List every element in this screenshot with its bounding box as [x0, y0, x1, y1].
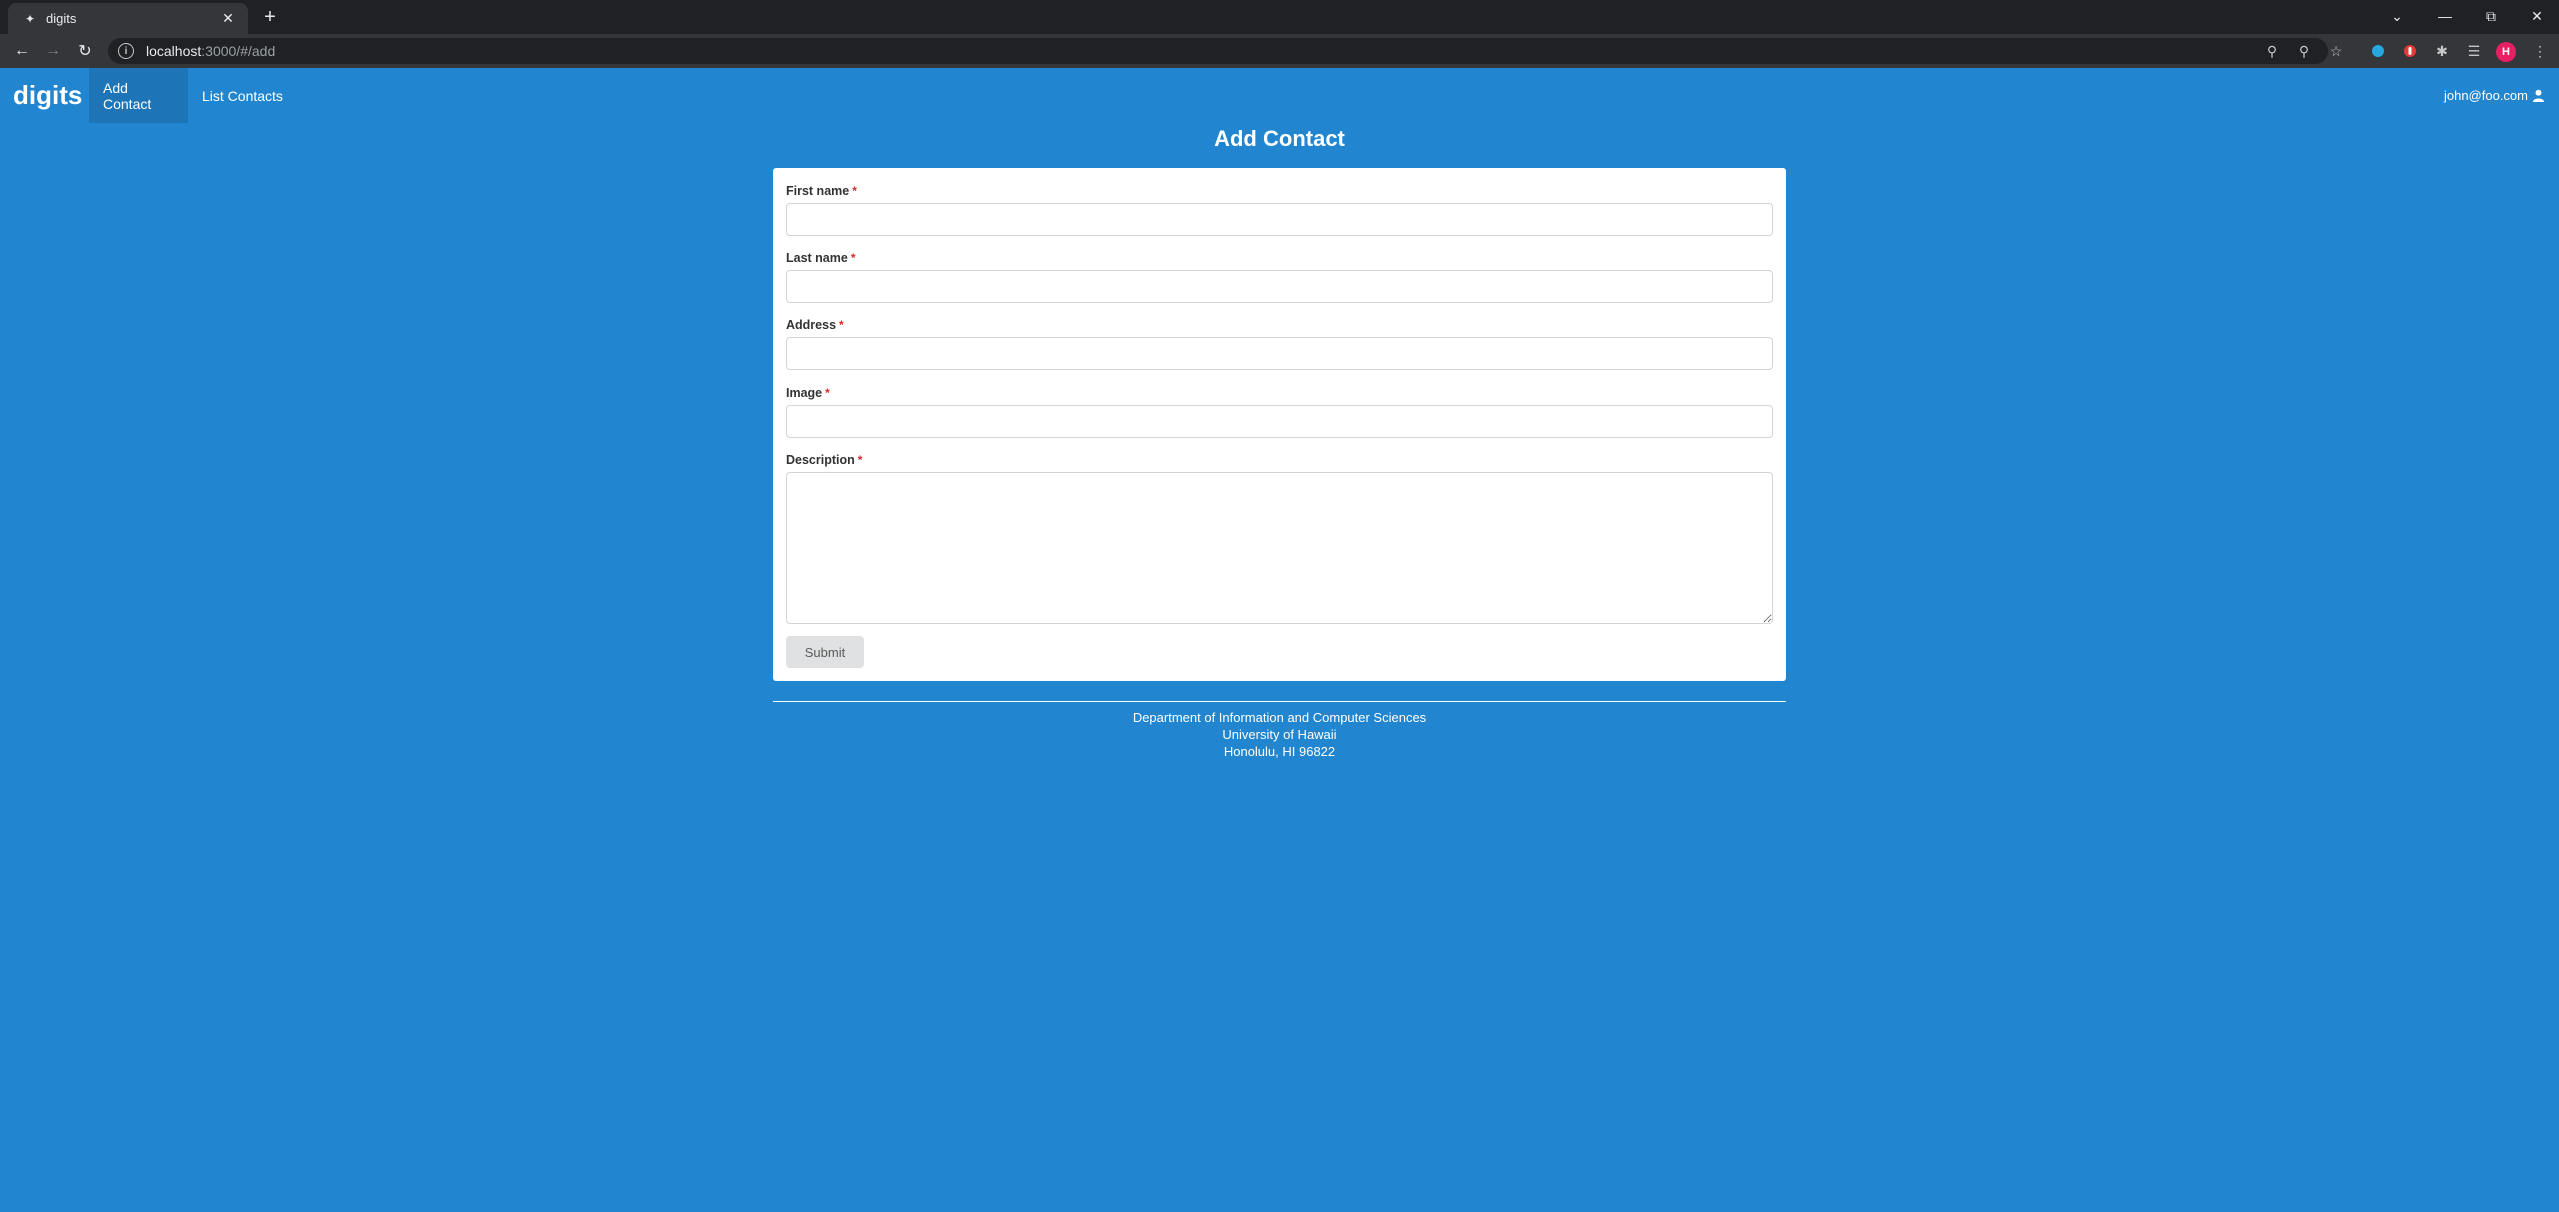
- key-icon[interactable]: ⚲: [2262, 41, 2282, 61]
- description-label: Description *: [786, 453, 863, 467]
- footer-department: Department of Information and Computer S…: [1132, 710, 1427, 725]
- address-label: Address *: [786, 318, 844, 332]
- address-bar[interactable]: i localhost:3000/#/add: [108, 38, 2328, 64]
- reload-icon[interactable]: ↻: [73, 39, 97, 63]
- url-text[interactable]: localhost:3000/#/add: [146, 43, 275, 59]
- first-name-input[interactable]: [786, 203, 1773, 236]
- first-name-field: First name *: [786, 184, 1773, 236]
- menu-icon[interactable]: ⋮: [2530, 41, 2550, 61]
- browser-tab[interactable]: ✦ digits ✕: [8, 3, 248, 34]
- nav-add-contact[interactable]: Add Contact: [89, 68, 188, 123]
- new-tab-icon[interactable]: +: [260, 7, 280, 27]
- required-mark: *: [825, 386, 830, 400]
- footer-location: Honolulu, HI 96822: [1223, 744, 1336, 759]
- description-field: Description *: [786, 453, 1773, 624]
- nav-list-contacts[interactable]: List Contacts: [188, 68, 297, 123]
- back-icon[interactable]: ←: [10, 39, 34, 63]
- brand-logo[interactable]: digits: [13, 80, 82, 111]
- site-info-icon[interactable]: i: [118, 43, 134, 59]
- window-close-icon[interactable]: ✕: [2514, 4, 2559, 28]
- address-input[interactable]: [786, 337, 1773, 370]
- user-email[interactable]: john@foo.com: [2444, 88, 2528, 103]
- footer-university: University of Hawaii: [1222, 727, 1337, 742]
- add-contact-form: First name * Last name * Address * Image * D…: [773, 168, 1786, 681]
- puzzle-icon[interactable]: ✱: [2432, 41, 2452, 61]
- reading-list-icon[interactable]: ☰: [2464, 41, 2484, 61]
- browser-toolbar: ← → ↻ i localhost:3000/#/add ⚲ ⚲ ☆ ✱ ☰ H…: [0, 34, 2559, 68]
- first-name-label: First name *: [786, 184, 857, 198]
- star-icon[interactable]: ☆: [2326, 41, 2346, 61]
- favicon-icon: ✦: [24, 11, 36, 26]
- image-label: Image *: [786, 386, 830, 400]
- last-name-field: Last name *: [786, 251, 1773, 303]
- last-name-label: Last name *: [786, 251, 856, 265]
- image-input[interactable]: [786, 405, 1773, 438]
- footer: Department of Information and Computer S…: [773, 709, 1786, 760]
- required-mark: *: [857, 453, 863, 467]
- media-icon[interactable]: [2400, 41, 2420, 61]
- tab-search-icon[interactable]: ⌄: [2374, 4, 2420, 28]
- browser-tabstrip: ✦ digits ✕ + ⌄ — ⧉ ✕: [0, 0, 2559, 34]
- user-icon: [2532, 89, 2545, 102]
- last-name-input[interactable]: [786, 270, 1773, 303]
- close-tab-icon[interactable]: ✕: [220, 10, 236, 27]
- required-mark: *: [850, 251, 856, 265]
- description-textarea[interactable]: [786, 472, 1773, 624]
- profile-avatar[interactable]: H: [2496, 42, 2516, 62]
- address-field: Address *: [786, 318, 1773, 370]
- zoom-icon[interactable]: ⚲: [2294, 41, 2314, 61]
- tab-title: digits: [46, 11, 77, 26]
- forward-icon[interactable]: →: [41, 39, 65, 63]
- restore-icon[interactable]: ⧉: [2468, 4, 2514, 28]
- nav-bar: digits Add Contact List Contacts john@fo…: [0, 68, 2559, 123]
- footer-divider: [773, 701, 1786, 702]
- page-title: Add Contact: [1214, 126, 1345, 151]
- required-mark: *: [839, 318, 844, 332]
- extension-icon[interactable]: [2368, 41, 2388, 61]
- required-mark: *: [852, 184, 857, 198]
- submit-button[interactable]: Submit: [786, 636, 864, 668]
- user-menu[interactable]: john@foo.com: [2444, 68, 2545, 123]
- image-field: Image *: [786, 386, 1773, 438]
- minimize-icon[interactable]: —: [2422, 4, 2468, 28]
